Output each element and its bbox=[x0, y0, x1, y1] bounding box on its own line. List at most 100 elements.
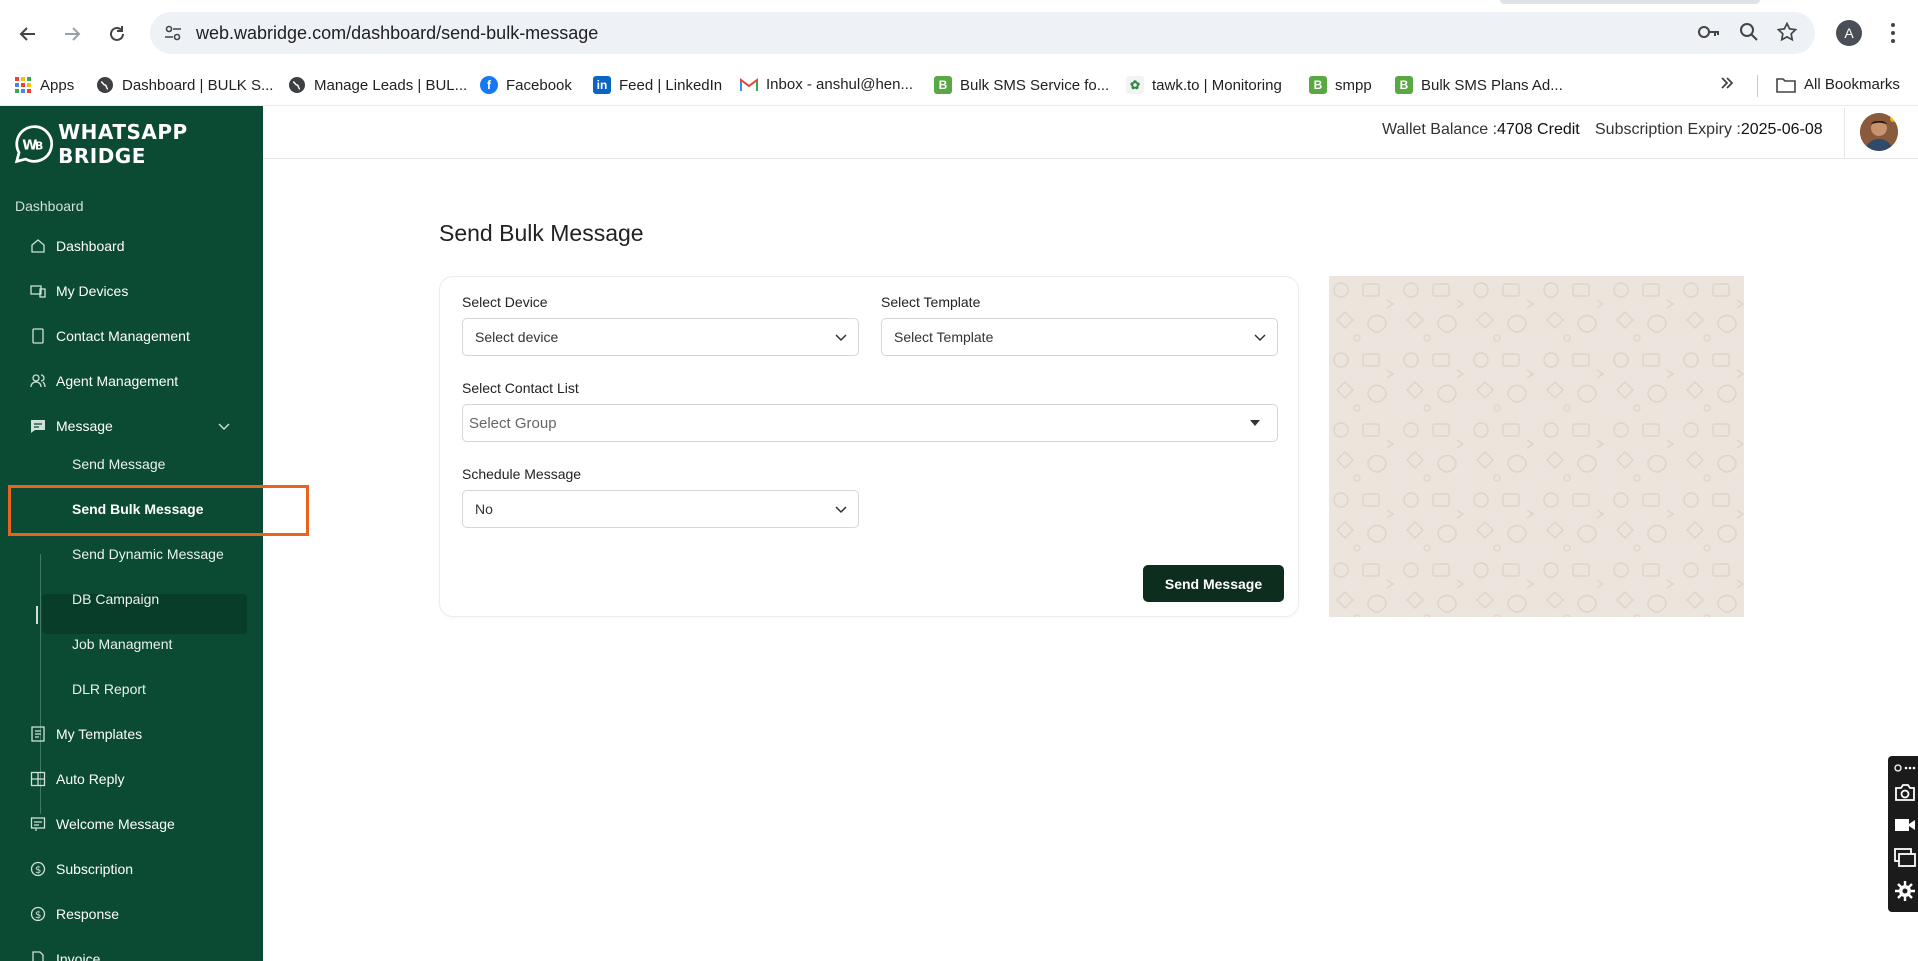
svg-text:B: B bbox=[35, 139, 43, 152]
chevron-double-right-icon bbox=[1721, 77, 1734, 89]
select-template-value: Select Template bbox=[894, 329, 994, 345]
tawkto-icon: ✿ bbox=[1126, 76, 1144, 94]
select-template-label: Select Template bbox=[881, 294, 981, 310]
app-logo[interactable]: WB WHATSAPP BRIDGE bbox=[14, 120, 263, 168]
bookmark-bulk-sms[interactable]: B Bulk SMS Service fo... bbox=[934, 76, 1109, 94]
bookmark-facebook[interactable]: f Facebook bbox=[480, 76, 572, 94]
site-settings-icon[interactable] bbox=[164, 24, 182, 42]
sidebar-item-my-templates[interactable]: My Templates bbox=[30, 726, 142, 742]
sidebar-item-contact-management[interactable]: Contact Management bbox=[30, 328, 190, 344]
folder-icon bbox=[1776, 77, 1796, 93]
select-template-dropdown[interactable]: Select Template bbox=[881, 318, 1278, 356]
reload-button[interactable] bbox=[103, 20, 131, 48]
users-icon bbox=[30, 374, 46, 388]
sidebar-item-my-devices[interactable]: My Devices bbox=[30, 283, 128, 299]
password-key-icon[interactable] bbox=[1697, 22, 1721, 42]
bookmark-linkedin[interactable]: in Feed | LinkedIn bbox=[593, 76, 722, 94]
back-arrow-icon bbox=[19, 27, 35, 41]
bookmark-label: Bulk SMS Service fo... bbox=[960, 76, 1110, 94]
forward-arrow-icon bbox=[65, 27, 81, 41]
topbar-divider bbox=[1844, 108, 1845, 158]
bookmark-label: Facebook bbox=[506, 76, 572, 94]
whatsapp-chat-preview bbox=[1329, 276, 1744, 617]
sidebar-item-agent-management[interactable]: Agent Management bbox=[30, 373, 178, 389]
bookmark-label: Manage Leads | BUL... bbox=[314, 76, 468, 94]
send-message-button[interactable]: Send Message bbox=[1143, 565, 1284, 602]
select-device-label: Select Device bbox=[462, 294, 548, 310]
bookmark-apps[interactable]: Apps bbox=[14, 76, 74, 94]
sidebar-item-label: Message bbox=[56, 418, 113, 434]
select-group-dropdown[interactable]: Select Group bbox=[462, 404, 1278, 442]
apps-grid-icon bbox=[15, 77, 31, 93]
zoom-icon[interactable] bbox=[1739, 22, 1759, 42]
linkedin-icon: in bbox=[593, 76, 611, 94]
sidebar-item-label: Auto Reply bbox=[56, 771, 125, 787]
select-device-value: Select device bbox=[475, 329, 559, 345]
bookmark-label: Feed | LinkedIn bbox=[619, 76, 723, 94]
url-text[interactable]: web.wabridge.com/dashboard/send-bulk-mes… bbox=[196, 23, 598, 44]
sidebar-item-invoice[interactable]: Invoice bbox=[30, 951, 100, 961]
link-dots-icon[interactable] bbox=[1894, 762, 1916, 774]
expiry-label: Subscription Expiry : bbox=[1595, 121, 1741, 138]
sidebar-item-label: Invoice bbox=[56, 951, 101, 961]
template-icon bbox=[31, 726, 45, 742]
whatsapp-bridge-logo-icon: WB bbox=[14, 125, 54, 164]
profile-avatar-button[interactable]: A bbox=[1836, 20, 1862, 46]
submenu-send-message[interactable]: Send Message bbox=[72, 456, 165, 472]
camera-icon[interactable] bbox=[1894, 782, 1916, 802]
window-capture-icon[interactable] bbox=[1894, 848, 1916, 868]
chevron-down-icon bbox=[1254, 334, 1266, 342]
sidebar-section-label: Dashboard bbox=[15, 198, 84, 214]
bookmark-label: Inbox - anshul@hen... bbox=[766, 76, 913, 93]
forward-button[interactable] bbox=[58, 20, 86, 48]
expiry-value: 2025-06-08 bbox=[1740, 121, 1823, 138]
bookmark-gmail[interactable]: Inbox - anshul@hen... bbox=[740, 76, 913, 93]
sidebar-item-response[interactable]: $ Response bbox=[30, 906, 119, 922]
user-avatar[interactable] bbox=[1860, 113, 1898, 151]
browser-toolbar: web.wabridge.com/dashboard/send-bulk-mes… bbox=[0, 0, 1918, 66]
bookmark-dashboard[interactable]: Dashboard | BULK S... bbox=[96, 76, 273, 94]
gear-icon[interactable] bbox=[1894, 880, 1916, 902]
bulksms-icon: B bbox=[1395, 76, 1413, 94]
schedule-message-dropdown[interactable]: No bbox=[462, 490, 859, 528]
sidebar-item-label: Contact Management bbox=[56, 328, 190, 344]
dollar-icon: $ bbox=[30, 906, 46, 922]
bookmark-manage-leads[interactable]: Manage Leads | BUL... bbox=[288, 76, 467, 94]
bookmark-label: Apps bbox=[40, 76, 75, 94]
bookmarks-overflow-button[interactable] bbox=[1720, 76, 1734, 90]
wallet-label: Wallet Balance : bbox=[1382, 121, 1498, 138]
all-bookmarks-button[interactable]: All Bookmarks bbox=[1776, 76, 1900, 93]
sidebar-item-subscription[interactable]: $ Subscription bbox=[30, 861, 133, 877]
schedule-message-label: Schedule Message bbox=[462, 466, 582, 482]
select-device-dropdown[interactable]: Select device bbox=[462, 318, 859, 356]
sidebar-item-dashboard[interactable]: Dashboard bbox=[30, 238, 125, 254]
submenu-db-campaign[interactable]: DB Campaign bbox=[72, 591, 159, 607]
video-camera-icon[interactable] bbox=[1894, 816, 1916, 834]
submenu-dlr-report[interactable]: DLR Report bbox=[72, 681, 146, 697]
submenu-send-dynamic-message[interactable]: Send Dynamic Message bbox=[72, 546, 224, 562]
bookmark-bulk-sms-plans[interactable]: B Bulk SMS Plans Ad... bbox=[1395, 76, 1563, 94]
address-bar[interactable]: web.wabridge.com/dashboard/send-bulk-mes… bbox=[150, 12, 1815, 54]
more-menu-icon[interactable] bbox=[1890, 22, 1896, 44]
bookmark-smpp[interactable]: B smpp bbox=[1309, 76, 1372, 94]
bookmark-tawkto[interactable]: ✿ tawk.to | Monitoring bbox=[1126, 76, 1282, 94]
sidebar-item-label: My Devices bbox=[56, 283, 129, 299]
sidebar-item-welcome-message[interactable]: Welcome Message bbox=[30, 816, 175, 832]
back-button[interactable] bbox=[14, 20, 42, 48]
facebook-icon: f bbox=[480, 76, 498, 94]
sidebar-item-message[interactable]: Message bbox=[30, 418, 235, 434]
wallet-balance: Wallet Balance :4708 Credit bbox=[1382, 121, 1580, 139]
sidebar-item-label: Dashboard bbox=[56, 238, 125, 254]
sidebar-item-auto-reply[interactable]: Auto Reply bbox=[30, 771, 124, 787]
bookmark-star-icon[interactable] bbox=[1777, 22, 1797, 42]
select-group-value: Select Group bbox=[469, 414, 557, 432]
dollar-icon: $ bbox=[30, 861, 46, 877]
wallet-value: 4708 Credit bbox=[1497, 121, 1580, 138]
annotation-highlight-box bbox=[8, 485, 309, 536]
bookmarks-bar: Apps Dashboard | BULK S... Manage Leads … bbox=[0, 66, 1918, 106]
submenu-job-managment[interactable]: Job Managment bbox=[72, 636, 172, 652]
logo-text: WHATSAPP BRIDGE bbox=[58, 120, 188, 168]
user-photo-icon bbox=[1860, 113, 1898, 151]
invoice-icon bbox=[32, 951, 44, 961]
svg-text:$: $ bbox=[35, 865, 41, 876]
